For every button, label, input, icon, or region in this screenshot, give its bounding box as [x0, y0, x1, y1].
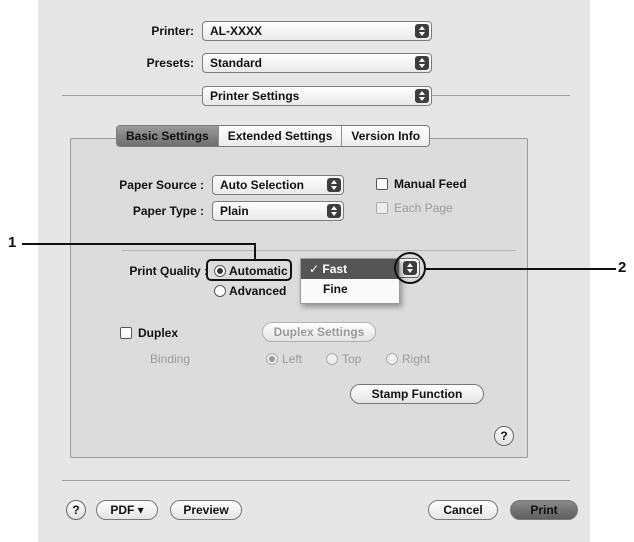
pane-value: Printer Settings — [210, 89, 300, 103]
tab-version-info[interactable]: Version Info — [342, 126, 429, 146]
advanced-radio[interactable] — [214, 285, 226, 297]
callout-2-highlight — [394, 252, 426, 284]
duplex-label: Duplex — [138, 326, 179, 340]
each-page-label: Each Page — [394, 201, 453, 215]
panel-separator — [122, 250, 516, 251]
paper-source-label: Paper Source : — [119, 178, 204, 192]
stage: Printer: AL-XXXX Presets: Standard Print… — [0, 0, 634, 542]
binding-top-radio[interactable] — [326, 353, 338, 365]
paper-source-popup[interactable]: Auto Selection — [212, 175, 344, 195]
pdf-button[interactable]: PDF ▾ — [96, 500, 158, 520]
tab-extended-settings[interactable]: Extended Settings — [219, 126, 343, 146]
presets-popup[interactable]: Standard — [202, 53, 432, 73]
printer-value: AL-XXXX — [210, 24, 263, 38]
callout-2-line — [426, 268, 616, 270]
callout-1-leader — [254, 243, 256, 260]
footer-separator — [62, 480, 570, 481]
manual-feed-label: Manual Feed — [394, 177, 467, 191]
binding-label: Binding — [150, 352, 191, 366]
binding-left-radio[interactable] — [266, 353, 278, 365]
each-page-checkbox[interactable] — [376, 202, 388, 214]
up-down-arrows-icon — [327, 204, 341, 218]
binding-right-radio[interactable] — [386, 353, 398, 365]
print-quality-label: Print Quality : — [129, 264, 208, 278]
duplex-checkbox[interactable] — [120, 327, 132, 339]
tab-bar: Basic Settings Extended Settings Version… — [116, 125, 431, 147]
binding-right-label: Right — [402, 352, 431, 366]
printer-label: Printer: — [151, 24, 194, 38]
cancel-button[interactable]: Cancel — [428, 500, 498, 520]
quality-menu: ✓ Fast Fine — [300, 258, 400, 304]
stamp-function-button[interactable]: Stamp Function — [350, 384, 484, 404]
manual-feed-checkbox[interactable] — [376, 178, 388, 190]
pane-popup[interactable]: Printer Settings — [202, 86, 432, 106]
preview-button[interactable]: Preview — [170, 500, 242, 520]
callout-2-number: 2 — [618, 259, 627, 276]
menu-item-fast[interactable]: ✓ Fast — [301, 259, 399, 279]
advanced-label: Advanced — [229, 284, 287, 298]
binding-top-label: Top — [342, 352, 362, 366]
presets-value: Standard — [210, 56, 263, 70]
callout-1-highlight — [206, 259, 292, 281]
up-down-arrows-icon — [415, 89, 429, 103]
tab-basic-settings[interactable]: Basic Settings — [117, 126, 219, 146]
presets-label: Presets: — [146, 56, 194, 70]
footer-help-icon[interactable]: ? — [66, 500, 86, 520]
paper-type-popup[interactable]: Plain — [212, 201, 344, 221]
paper-source-value: Auto Selection — [220, 178, 305, 192]
binding-left-label: Left — [282, 352, 303, 366]
menu-item-fine[interactable]: Fine — [301, 279, 399, 299]
callout-1-line — [22, 243, 256, 245]
callout-1-number: 1 — [8, 234, 17, 251]
up-down-arrows-icon — [415, 24, 429, 38]
up-down-arrows-icon — [415, 56, 429, 70]
help-icon[interactable]: ? — [494, 426, 514, 446]
duplex-settings-button[interactable]: Duplex Settings — [262, 322, 376, 342]
paper-type-label: Paper Type : — [132, 204, 204, 218]
printer-popup[interactable]: AL-XXXX — [202, 21, 432, 41]
paper-type-value: Plain — [220, 204, 249, 218]
up-down-arrows-icon — [327, 178, 341, 192]
print-button[interactable]: Print — [510, 500, 578, 520]
